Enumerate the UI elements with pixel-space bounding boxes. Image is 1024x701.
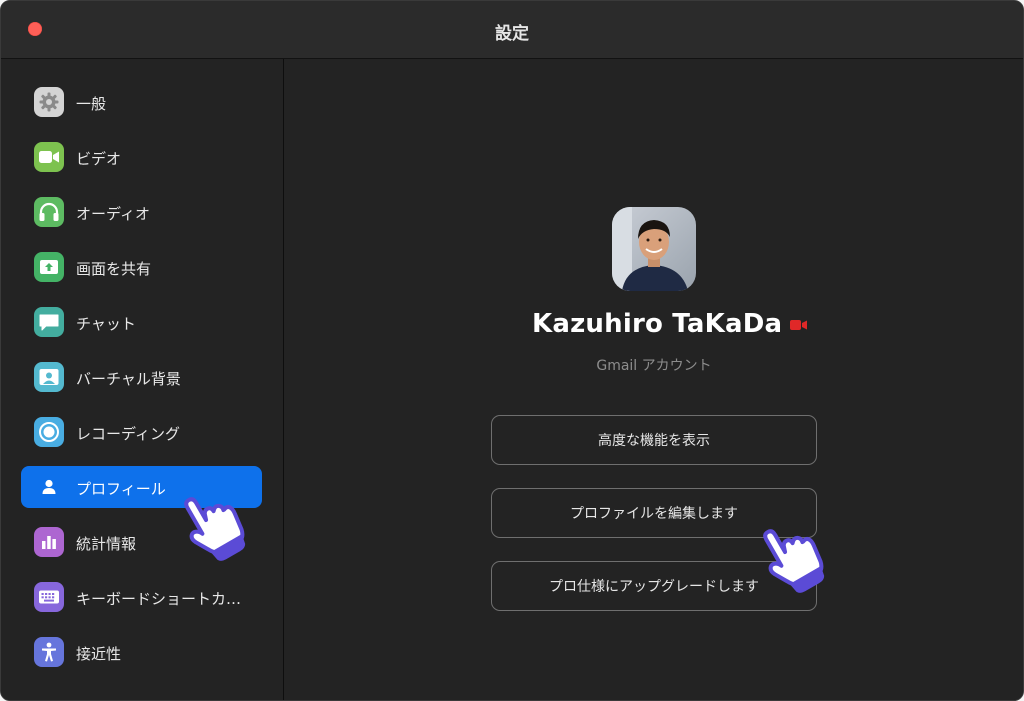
record-status-icon bbox=[790, 320, 807, 330]
sidebar-item-label: バーチャル背景 bbox=[76, 370, 181, 388]
record-icon bbox=[34, 417, 64, 447]
sidebar-item-label: 接近性 bbox=[76, 645, 122, 663]
sidebar-item-label: ビデオ bbox=[76, 150, 122, 168]
sidebar-item-virtual-background[interactable]: バーチャル背景 bbox=[21, 356, 262, 398]
sidebar-item-label: 統計情報 bbox=[76, 535, 137, 553]
share-screen-icon bbox=[34, 252, 64, 282]
sidebar-item-label: 画面を共有 bbox=[76, 260, 152, 278]
sidebar-item-profile[interactable]: プロフィール bbox=[21, 466, 262, 508]
sidebar-item-audio[interactable]: オーディオ bbox=[21, 191, 262, 233]
profile-avatar[interactable] bbox=[612, 207, 696, 291]
edit-profile-button[interactable]: プロファイルを編集します bbox=[491, 488, 817, 538]
window-title: 設定 bbox=[495, 24, 529, 44]
sidebar-item-label: キーボードショートカ… bbox=[76, 590, 242, 608]
sidebar-item-recording[interactable]: レコーディング bbox=[21, 411, 262, 453]
sidebar-item-keyboard-shortcuts[interactable]: キーボードショートカ… bbox=[21, 576, 262, 618]
sidebar-item-label: プロフィール bbox=[76, 480, 166, 498]
sidebar-item-label: オーディオ bbox=[76, 205, 150, 223]
profile-name: Kazuhiro TaKaDa bbox=[532, 309, 783, 339]
accessibility-icon bbox=[34, 637, 64, 667]
video-camera-icon bbox=[34, 142, 64, 172]
bar-chart-icon bbox=[34, 527, 64, 557]
title-bar: 設定 bbox=[1, 1, 1023, 59]
account-type: Gmail アカウント bbox=[596, 358, 712, 374]
sidebar-item-share-screen[interactable]: 画面を共有 bbox=[21, 246, 262, 288]
sidebar-item-video[interactable]: ビデオ bbox=[21, 136, 262, 178]
chat-bubble-icon bbox=[34, 307, 64, 337]
gear-icon bbox=[34, 87, 64, 117]
virtual-background-icon bbox=[34, 362, 64, 392]
profile-panel: Kazuhiro TaKaDa Gmail アカウント 高度な機能を表示 プロフ… bbox=[284, 59, 1023, 700]
sidebar-item-label: 一般 bbox=[76, 95, 107, 113]
sidebar-item-label: レコーディング bbox=[76, 425, 180, 443]
sidebar-item-accessibility[interactable]: 接近性 bbox=[21, 631, 262, 673]
sidebar-item-general[interactable]: 一般 bbox=[21, 81, 262, 123]
upgrade-to-pro-button[interactable]: プロ仕様にアップグレードします bbox=[491, 561, 817, 611]
person-icon bbox=[34, 472, 64, 502]
headphones-icon bbox=[34, 197, 64, 227]
sidebar-item-chat[interactable]: チャット bbox=[21, 301, 262, 343]
sidebar-item-statistics[interactable]: 統計情報 bbox=[21, 521, 262, 563]
sidebar-item-label: チャット bbox=[76, 315, 136, 333]
settings-window: 設定 一般 ビデオ オーディオ 画面を共有 チャット バーチャル背景 レコーディ… bbox=[0, 0, 1024, 701]
settings-sidebar: 一般 ビデオ オーディオ 画面を共有 チャット バーチャル背景 レコーディング … bbox=[1, 59, 284, 700]
keyboard-icon bbox=[34, 582, 64, 612]
show-advanced-features-button[interactable]: 高度な機能を表示 bbox=[491, 415, 817, 465]
